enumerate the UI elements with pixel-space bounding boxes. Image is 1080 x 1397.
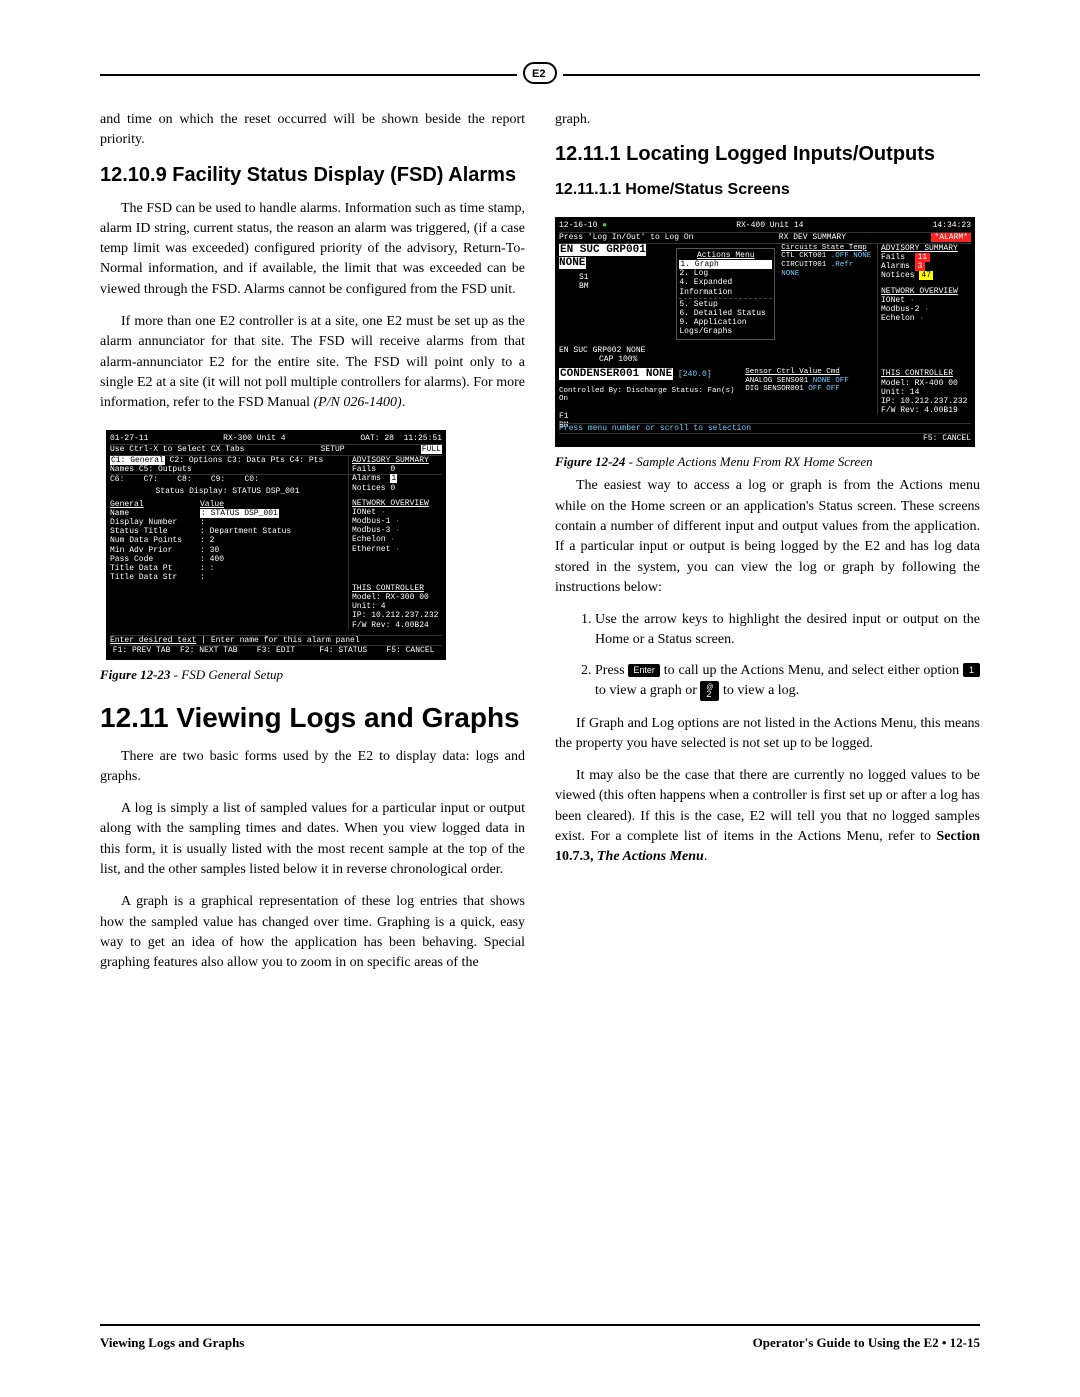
figure-12-24-caption: Figure 12-24 - Sample Actions Menu From … <box>555 453 980 472</box>
para-actions-2: If Graph and Log options are not listed … <box>555 714 980 755</box>
para-actions-3: It may also be the case that there are c… <box>555 766 980 867</box>
steps-list: Use the arrow keys to highlight the desi… <box>555 610 980 701</box>
col2-lead: graph. <box>555 110 980 130</box>
heading-12-11-1: 12.11.1 Locating Logged Inputs/Outputs <box>555 142 980 166</box>
header-rule: E2 <box>100 60 980 90</box>
enter-key-icon: Enter <box>628 664 660 677</box>
figure-12-23-screenshot: 01-27-11 RX-300 Unit 4 OAT: 28 11:25:51 … <box>106 430 446 660</box>
step-2: Press Enter to call up the Actions Menu,… <box>595 661 980 702</box>
heading-12-10-9: 12.10.9 Facility Status Display (FSD) Al… <box>100 163 525 187</box>
heading-12-11-1-1: 12.11.1.1 Home/Status Screens <box>555 178 980 201</box>
figure-12-23-caption: Figure 12-23 - FSD General Setup <box>100 666 525 685</box>
heading-12-11: 12.11 Viewing Logs and Graphs <box>100 702 525 734</box>
para-logs-3: A graph is a graphical representation of… <box>100 892 525 973</box>
para-actions-1: The easiest way to access a log or graph… <box>555 476 980 598</box>
footer-right: Operator's Guide to Using the E2 • 12-15 <box>753 1334 980 1353</box>
footer-left: Viewing Logs and Graphs <box>100 1334 244 1353</box>
lead-paragraph: and time on which the reset occurred wil… <box>100 110 525 151</box>
right-column: graph. 12.11.1 Locating Logged Inputs/Ou… <box>555 110 980 986</box>
left-column: and time on which the reset occurred wil… <box>100 110 525 986</box>
key-2-icon: @2 <box>700 681 719 701</box>
page-footer: Viewing Logs and Graphs Operator's Guide… <box>100 1324 980 1353</box>
key-1-icon: 1 <box>963 663 980 677</box>
para-logs-2: A log is simply a list of sampled values… <box>100 799 525 880</box>
e2-logo: E2 <box>517 62 563 84</box>
figure-12-24-screenshot: 12-16-10 ● RX-400 Unit 14 14:34:23 Press… <box>555 217 975 447</box>
svg-text:E2: E2 <box>532 68 545 80</box>
step-1: Use the arrow keys to highlight the desi… <box>595 610 980 651</box>
para-logs-1: There are two basic forms used by the E2… <box>100 747 525 788</box>
para-fsd-1: The FSD can be used to handle alarms. In… <box>100 199 525 300</box>
para-fsd-2: If more than one E2 controller is at a s… <box>100 312 525 413</box>
